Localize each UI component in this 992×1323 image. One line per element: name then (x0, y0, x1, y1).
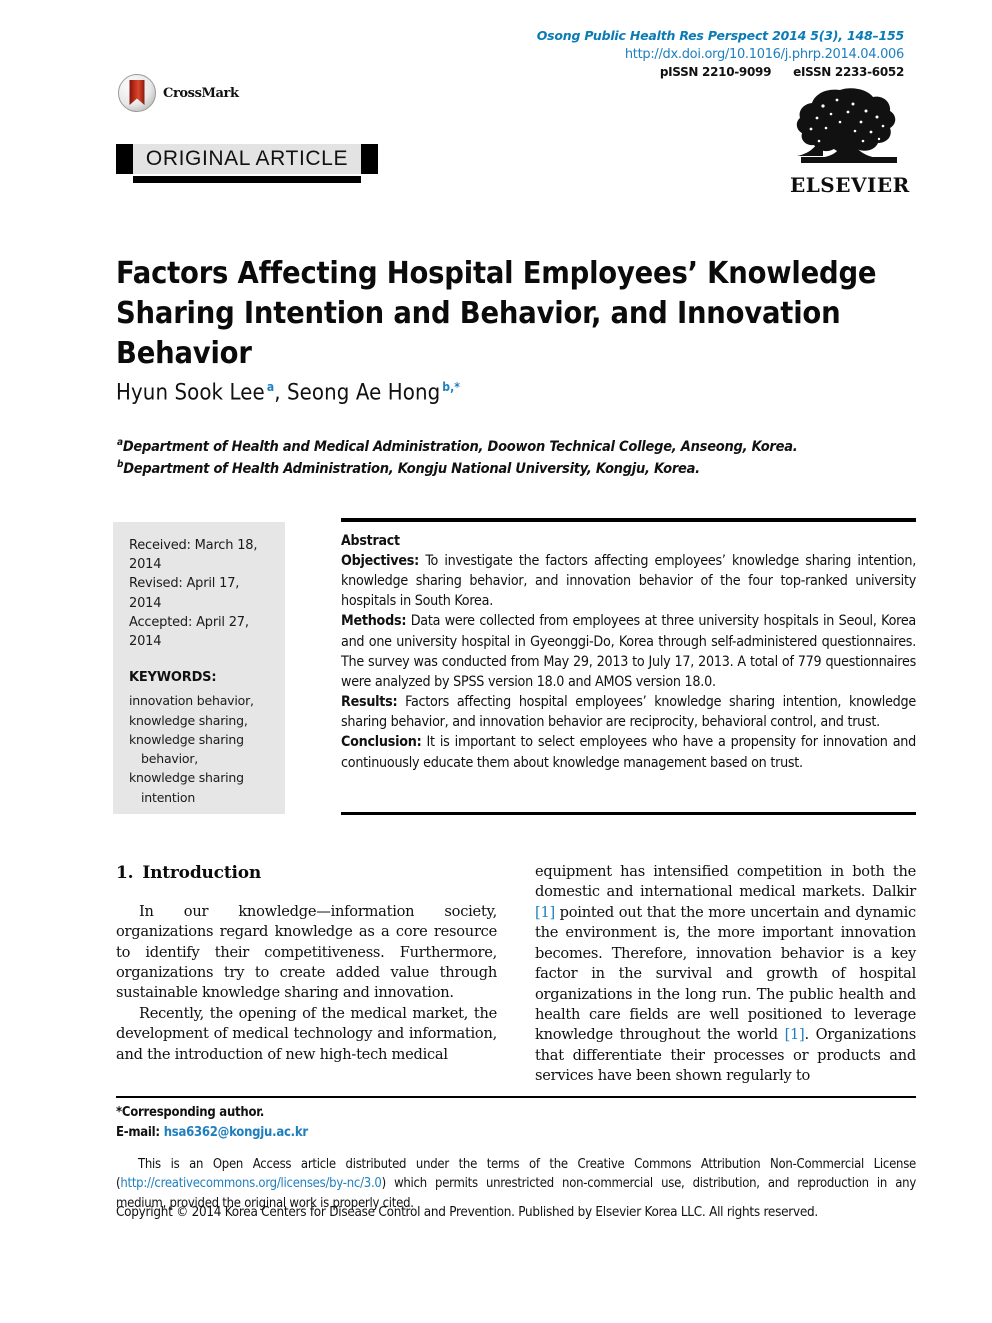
section-heading-introduction: 1. Introduction (116, 862, 497, 886)
abstract-paragraph-conclusion: Conclusion: It is important to select em… (341, 732, 916, 772)
banner-cap-left (116, 144, 133, 174)
body-paragraph: Recently, the opening of the medical mar… (116, 1004, 497, 1063)
article-meta-sidebar: Received: March 18, 2014 Revised: April … (113, 522, 285, 814)
abstract-bottom-rule (341, 812, 916, 815)
keyword-item[interactable]: knowledge sharing, (129, 711, 271, 730)
footer-rule (116, 1096, 916, 1098)
section-title: Introduction (142, 863, 262, 883)
abstract-label-conclusion: Conclusion: (341, 734, 422, 751)
abstract-text-conclusion: It is important to select employees who … (341, 734, 916, 771)
date-revised: Revised: April 17, 2014 (129, 576, 240, 611)
keyword-item[interactable]: knowledge sharing (129, 730, 271, 749)
abstract-paragraph-results: Results: Factors affecting hospital empl… (341, 692, 916, 732)
author-separator: , (274, 380, 287, 406)
affiliation-b-text: Department of Health Administration, Kon… (123, 460, 700, 477)
crossmark-ribbon-icon (129, 80, 145, 105)
banner-label: ORIGINAL ARTICLE (145, 147, 349, 170)
page-title: Factors Affecting Hospital Employees’ Kn… (116, 256, 877, 372)
date-received: Received: March 18, 2014 (129, 538, 258, 573)
footer-notes: *Corresponding author. E-mail: hsa6362@k… (116, 1104, 916, 1213)
pissn-value: pISSN 2210-9099 (659, 64, 772, 79)
affiliation-list: aDepartment of Health and Medical Admini… (117, 436, 917, 480)
elsevier-tree-icon (796, 88, 897, 163)
email-label: E-mail: (116, 1124, 160, 1140)
citation-link[interactable]: [1] (535, 904, 555, 921)
abstract-text-methods: Data were collected from employees at th… (341, 613, 916, 690)
journal-header: Osong Public Health Res Perspect 2014 5(… (536, 28, 905, 81)
affiliation-b: bDepartment of Health Administration, Ko… (117, 458, 917, 480)
crossmark-label: CrossMark (163, 85, 239, 101)
keyword-item[interactable]: behavior, (129, 749, 271, 768)
body-column-right: equipment has intensified competition in… (535, 862, 916, 1087)
author-name-1: Hyun Sook Lee (116, 380, 265, 406)
keywords-heading: KEYWORDS: (129, 670, 217, 686)
banner-cap-right (361, 144, 378, 174)
banner-underline (133, 176, 361, 183)
abstract-section: Abstract Objectives: To investigate the … (341, 518, 916, 773)
corresponding-author-note: *Corresponding author. (116, 1105, 265, 1120)
elsevier-wordmark: ELSEVIER (790, 173, 910, 197)
elsevier-logo: ELSEVIER (790, 84, 910, 197)
author-list: Hyun Sook Lee a, Seong Ae Hong b,* (116, 380, 460, 405)
crossmark-badge[interactable]: CrossMark (118, 74, 239, 112)
issn-line: pISSN 2210-9099 eISSN 2233-6052 (537, 65, 904, 81)
keyword-item[interactable]: intention (129, 788, 271, 807)
section-number: 1. (116, 863, 134, 883)
abstract-label-objectives: Objectives: (341, 553, 419, 569)
crossmark-icon (118, 74, 156, 112)
citation-link[interactable]: [1] (785, 1026, 805, 1043)
author-2-affiliation-marker[interactable]: b,* (442, 380, 460, 394)
doi-link[interactable]: http://dx.doi.org/10.1016/j.phrp.2014.04… (537, 46, 904, 63)
body-paragraph-continued: equipment has intensified competition in… (535, 862, 916, 1087)
keywords-list: innovation behavior, knowledge sharing, … (129, 691, 271, 807)
abstract-top-rule (341, 518, 916, 522)
body-paragraph: In our knowledge—information society, or… (116, 902, 497, 1002)
author-name-2: Seong Ae Hong (286, 380, 441, 406)
abstract-text-results: Factors affecting hospital employees’ kn… (341, 694, 916, 731)
abstract-text-objectives: To investigate the factors affecting emp… (341, 553, 916, 610)
license-url-link[interactable]: http://creativecommons.org/licenses/by-n… (120, 1176, 382, 1191)
journal-citation: Osong Public Health Res Perspect 2014 5(… (536, 28, 904, 43)
article-type-banner: ORIGINAL ARTICLE (116, 144, 378, 186)
article-page: Osong Public Health Res Perspect 2014 5(… (0, 0, 992, 1323)
body-text-part-1: equipment has intensified competition in… (535, 863, 916, 901)
abstract-paragraph-methods: Methods: Data were collected from employ… (341, 611, 916, 692)
affiliation-a-text: Department of Health and Medical Adminis… (122, 438, 798, 455)
eissn-value: eISSN 2233-6052 (793, 64, 904, 79)
keyword-item[interactable]: innovation behavior, (129, 691, 271, 710)
copyright-statement: Copyright © 2014 Korea Centers for Disea… (116, 1205, 818, 1220)
body-text-part-2: pointed out that the more uncertain and … (535, 903, 916, 1044)
banner-bar: ORIGINAL ARTICLE (116, 144, 378, 174)
email-link[interactable]: hsa6362@kongju.ac.kr (164, 1125, 308, 1140)
abstract-body: Objectives: To investigate the factors a… (341, 551, 916, 773)
date-accepted: Accepted: April 27, 2014 (129, 614, 249, 650)
body-column-left: 1. Introduction In our knowledge—informat… (116, 862, 497, 1065)
affiliation-a: aDepartment of Health and Medical Admini… (117, 436, 917, 458)
corresponding-email-line: E-mail: hsa6362@kongju.ac.kr (116, 1124, 916, 1143)
abstract-label-results: Results: (341, 694, 398, 711)
keyword-item[interactable]: knowledge sharing (129, 768, 271, 787)
article-dates: Received: March 18, 2014 Revised: April … (129, 536, 271, 651)
abstract-label-methods: Methods: (341, 613, 407, 630)
abstract-heading: Abstract (341, 533, 400, 549)
abstract-paragraph-objectives: Objectives: To investigate the factors a… (341, 551, 916, 611)
